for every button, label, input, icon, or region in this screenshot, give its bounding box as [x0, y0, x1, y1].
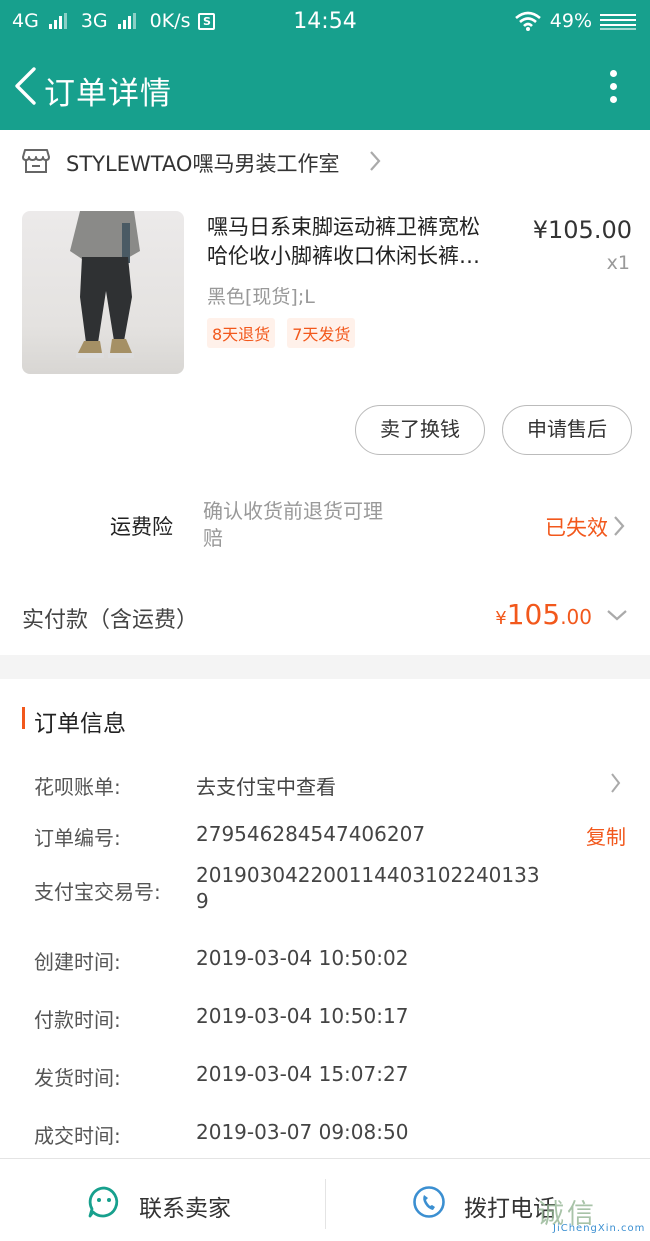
battery-icon	[600, 12, 636, 30]
shop-icon	[22, 149, 50, 173]
copy-button[interactable]: 复制	[586, 821, 626, 850]
total-paid-label: 实付款（含运费）	[22, 608, 199, 633]
created-time-value: 2019-03-04 10:50:02	[196, 946, 409, 970]
completed-time-label: 成交时间:	[34, 1124, 121, 1148]
freight-desc-line-2: 赔	[203, 526, 223, 550]
order-number-value: 279546284547406207	[196, 822, 426, 846]
contact-seller-button[interactable]: 联系卖家	[0, 1159, 325, 1241]
huabei-value[interactable]: 去支付宝中查看	[196, 771, 336, 800]
product-quantity: x1	[606, 252, 630, 274]
product-title-line-2: 哈伦收小脚裤收口休闲长裤…	[207, 244, 480, 268]
product-image[interactable]	[22, 211, 184, 374]
chevron-right-icon[interactable]	[609, 772, 622, 794]
service-tags: 8天退货 7天发货	[207, 318, 356, 348]
product-sku: 黑色[现货];L	[207, 286, 315, 308]
created-time-label: 创建时间:	[34, 950, 121, 974]
shop-row[interactable]: STYLEWTAO嘿马男装工作室	[0, 130, 650, 194]
call-label: 拨打电话	[464, 1196, 556, 1222]
app-header: 订单详情	[0, 44, 650, 130]
phone-icon	[413, 1186, 445, 1218]
alipay-trade-label: 支付宝交易号:	[34, 880, 161, 904]
paid-time-value: 2019-03-04 10:50:17	[196, 1004, 409, 1028]
currency-symbol: ¥	[495, 608, 507, 629]
bottom-action-bar: 联系卖家 拨打电话	[0, 1158, 650, 1241]
total-integer: 105	[506, 598, 561, 631]
freight-desc-line-1: 确认收货前退货可理	[203, 499, 383, 523]
product-title-line-1: 嘿马日系束脚运动裤卫裤宽松	[207, 215, 480, 239]
back-arrow-icon[interactable]	[12, 66, 38, 106]
shipped-time-value: 2019-03-04 15:07:27	[196, 1062, 409, 1086]
alipay-trade-value: 2019030422001144031022401339	[196, 863, 540, 913]
huabei-label: 花呗账单:	[34, 775, 121, 799]
shipping-tag: 7天发货	[287, 318, 356, 348]
page-title: 订单详情	[44, 76, 172, 112]
more-menu-icon[interactable]	[610, 70, 618, 106]
contact-seller-label: 联系卖家	[139, 1196, 231, 1222]
status-bar: 4G 3G 0K/s S 14:54 49%	[0, 0, 650, 44]
product-price: ¥105.00	[532, 216, 632, 244]
battery-percent: 49%	[549, 10, 592, 32]
after-sale-button[interactable]: 申请售后	[502, 405, 632, 455]
call-button[interactable]: 拨打电话	[326, 1159, 650, 1241]
completed-time-value: 2019-03-07 09:08:50	[196, 1120, 409, 1144]
section-accent-bar	[22, 707, 25, 729]
total-paid-value: ¥105.00	[495, 598, 592, 631]
chevron-down-icon[interactable]	[606, 608, 628, 622]
shipped-time-label: 发货时间:	[34, 1066, 121, 1090]
return-tag: 8天退货	[207, 318, 276, 348]
sell-button[interactable]: 卖了换钱	[355, 405, 485, 455]
freight-insurance-status[interactable]: 已失效	[545, 512, 608, 542]
chevron-right-icon	[370, 151, 381, 171]
paid-time-label: 付款时间:	[34, 1008, 121, 1032]
order-number-label: 订单编号:	[34, 826, 121, 850]
shop-name: STYLEWTAO嘿马男装工作室	[66, 152, 340, 176]
chat-bubble-icon	[88, 1186, 119, 1218]
wifi-icon	[514, 11, 541, 31]
section-divider	[0, 655, 650, 679]
order-info-title: 订单信息	[34, 711, 126, 737]
chevron-right-icon[interactable]	[612, 515, 626, 537]
freight-insurance-desc: 确认收货前退货可理 赔	[203, 498, 433, 552]
freight-insurance-label: 运费险	[110, 515, 173, 539]
total-decimal: .00	[560, 605, 592, 629]
product-title[interactable]: 嘿马日系束脚运动裤卫裤宽松 哈伦收小脚裤收口休闲长裤…	[207, 213, 519, 271]
